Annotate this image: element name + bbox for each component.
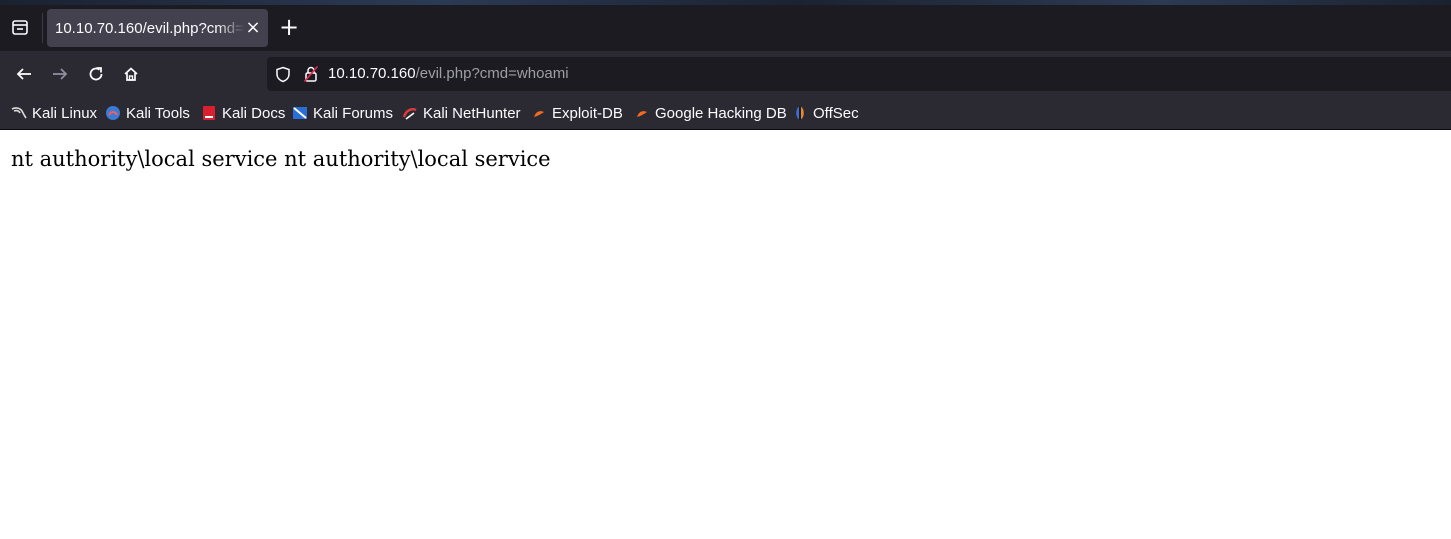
bookmark-kali-tools[interactable]: Kali Tools <box>105 103 190 123</box>
bookmark-label: Kali Tools <box>126 104 190 122</box>
offsec-icon <box>792 105 808 121</box>
bookmark-kali-forums[interactable]: Kali Forums <box>292 103 393 123</box>
bookmark-kali-linux[interactable]: Kali Linux <box>11 103 97 123</box>
bookmark-label: Exploit-DB <box>552 104 623 122</box>
bookmark-offsec[interactable]: OffSec <box>792 103 859 123</box>
bookmark-label: Kali Forums <box>313 104 394 122</box>
new-tab-button[interactable]: + <box>278 15 300 39</box>
bookmarks-toolbar: Kali Linux Kali Tools Kali Docs Kali For… <box>0 96 1451 130</box>
tab-list-icon[interactable] <box>8 15 32 39</box>
navigation-toolbar: 10.10.70.160/evil.php?cmd=whoami <box>0 51 1451 96</box>
kali-nethunter-icon <box>402 105 418 121</box>
url-path: /evil.php?cmd=whoami <box>415 65 569 82</box>
back-icon[interactable] <box>13 63 35 85</box>
command-output-text: nt authority\local service nt authority\… <box>11 147 551 171</box>
bookmark-kali-docs[interactable]: Kali Docs <box>201 103 285 123</box>
url-text[interactable]: 10.10.70.160/evil.php?cmd=whoami <box>328 65 569 82</box>
bookmark-label: OffSec <box>813 104 859 122</box>
ghdb-icon <box>634 105 650 121</box>
insecure-lock-icon[interactable] <box>302 65 320 83</box>
bookmark-label: Kali Linux <box>32 104 98 122</box>
bookmark-exploit-db[interactable]: Exploit-DB <box>531 103 623 123</box>
exploit-db-icon <box>531 105 547 121</box>
home-icon[interactable] <box>120 63 142 85</box>
forward-icon[interactable] <box>49 63 71 85</box>
bookmark-label: Kali Docs <box>222 104 286 122</box>
active-tab[interactable]: 10.10.70.160/evil.php?cmd=whoami × <box>47 9 268 47</box>
shield-icon[interactable] <box>274 65 292 83</box>
tab-bar: 10.10.70.160/evil.php?cmd=whoami × + <box>0 5 1451 51</box>
kali-docs-icon <box>201 105 217 121</box>
bookmark-kali-nethunter[interactable]: Kali NetHunter <box>402 103 521 123</box>
reload-icon[interactable] <box>85 63 107 85</box>
bookmark-google-hacking-db[interactable]: Google Hacking DB <box>634 103 787 123</box>
url-host: 10.10.70.160 <box>328 65 416 82</box>
address-bar[interactable]: 10.10.70.160/evil.php?cmd=whoami <box>267 57 1451 91</box>
close-tab-icon[interactable]: × <box>243 18 263 38</box>
kali-forums-icon <box>292 105 308 121</box>
kali-dragon-icon <box>11 105 27 121</box>
bookmark-label: Google Hacking DB <box>655 104 787 122</box>
tab-separator <box>42 13 43 43</box>
page-viewport: nt authority\local service nt authority\… <box>0 131 1451 539</box>
kali-tools-icon <box>105 105 121 121</box>
tab-title: 10.10.70.160/evil.php?cmd=whoami <box>55 20 245 37</box>
bookmark-label: Kali NetHunter <box>423 104 521 122</box>
